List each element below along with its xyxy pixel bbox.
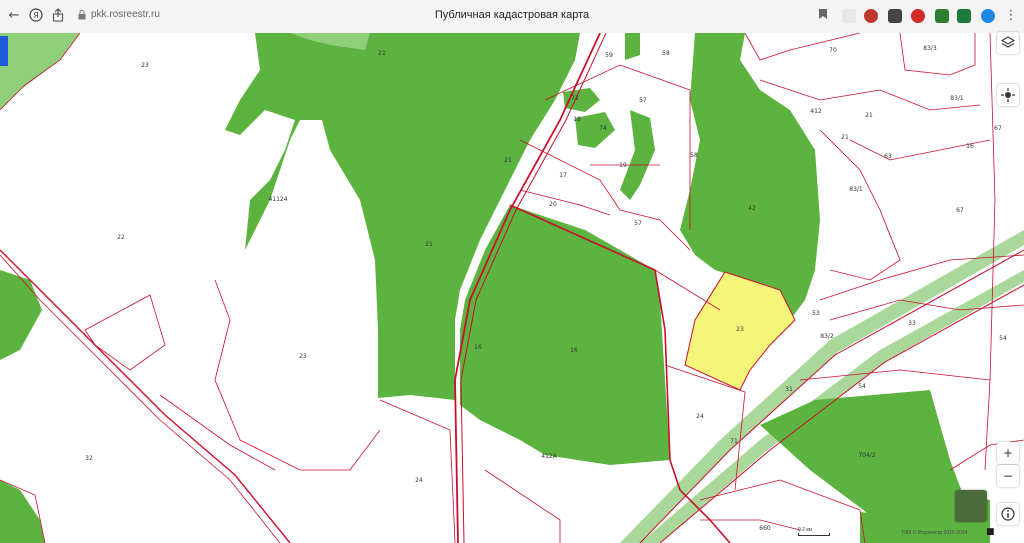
extension-red2-icon[interactable] [911, 9, 925, 23]
parcel-label: 83/1 [849, 186, 863, 193]
parcel-label: 660 [759, 525, 771, 532]
parcel-label: 24 [696, 413, 704, 420]
parcel-label: 21 [504, 157, 512, 164]
parcel-label: 67 [956, 207, 964, 214]
parcel-label: 41124 [268, 196, 287, 203]
fullscreen-icon[interactable]: ■ [986, 527, 995, 537]
browser-toolbar: ← Я pkk.rosreestr.ru Публичная кадастров… [0, 0, 1024, 34]
parcel-label: 57 [639, 97, 647, 104]
parcel-label: 16 [966, 143, 974, 150]
parcel-label: 67 [994, 125, 1002, 132]
extension-red-icon[interactable] [864, 9, 878, 23]
parcel-label: 20 [549, 201, 557, 208]
parcel-label: 83/1 [950, 95, 964, 102]
extension-dark-icon[interactable] [888, 9, 902, 23]
lock-icon [78, 10, 86, 20]
parcel-label: 23 [141, 62, 149, 69]
menu-icon[interactable]: ⋮ [1003, 8, 1019, 24]
parcel-label: 21 [865, 112, 873, 119]
download-icon[interactable] [842, 9, 856, 23]
back-arrow-icon[interactable]: ← [6, 8, 22, 24]
parcel-label: 17 [559, 172, 567, 179]
bookmark-icon[interactable] [815, 8, 831, 24]
zoom-in-button[interactable]: + [997, 442, 1019, 464]
parcel-label: 71 [730, 438, 738, 445]
info-icon[interactable] [997, 503, 1019, 525]
extension-blue-icon[interactable] [981, 9, 995, 23]
cadastral-map[interactable]: 21 23 22 21 21 41124 23 32 16 16 24 59 5… [0, 33, 1024, 543]
parcel-label: 21 [425, 241, 433, 248]
parcel-label: 83/3 [923, 45, 937, 52]
parcel-label: 70 [829, 47, 837, 54]
parcel-label: 72 [571, 95, 579, 102]
yandex-icon[interactable]: Я [28, 8, 44, 24]
parcel-label: 58 [662, 50, 670, 57]
parcel-label: 59 [605, 52, 613, 59]
parcel-label: 24 [415, 477, 423, 484]
parcel-label: 21 [841, 134, 849, 141]
share-icon[interactable] [50, 8, 66, 24]
parcel-label: 23 [736, 326, 744, 333]
parcel-label: 412А [541, 453, 557, 460]
url-bar[interactable]: pkk.rosreestr.ru [91, 9, 160, 20]
parcel-label: 83/2 [820, 333, 834, 340]
parcel-label: 412 [810, 108, 822, 115]
side-panel-toggle[interactable] [0, 36, 8, 66]
parcel-label: 23 [299, 353, 307, 360]
parcel-label: 31 [785, 386, 793, 393]
parcel-label: 16 [474, 344, 482, 351]
parcel-label: 18 [573, 116, 581, 123]
parcel-label: 19 [619, 162, 627, 169]
extension-green-icon[interactable] [935, 9, 949, 23]
copyright: ПКК © Росреестр 2010-2024 [902, 530, 968, 536]
parcel-label: 42 [748, 205, 756, 212]
parcel-label: 32 [85, 455, 93, 462]
parcel-label: 16 [570, 347, 578, 354]
parcel-label: 54 [999, 335, 1007, 342]
extension-puzzle-icon[interactable] [957, 9, 971, 23]
parcel-label: 33 [908, 320, 916, 327]
scale-line [798, 533, 830, 536]
parcel-label: 21 [378, 50, 386, 57]
locate-icon[interactable] [997, 84, 1019, 106]
parcel-label: 704/2 [858, 452, 875, 459]
basemap-thumbnail-icon[interactable] [955, 490, 987, 522]
parcel-label: 58 [690, 152, 698, 159]
svg-text:Я: Я [33, 11, 39, 20]
parcel-label: 22 [117, 234, 125, 241]
parcel-label: 57 [634, 220, 642, 227]
parcel-label: 53 [812, 310, 820, 317]
zoom-out-button[interactable]: − [997, 465, 1019, 487]
parcel-label: 54 [858, 383, 866, 390]
parcel-label: 74 [599, 125, 607, 132]
layers-icon[interactable] [997, 32, 1019, 54]
parcel-label: 63 [884, 153, 892, 160]
